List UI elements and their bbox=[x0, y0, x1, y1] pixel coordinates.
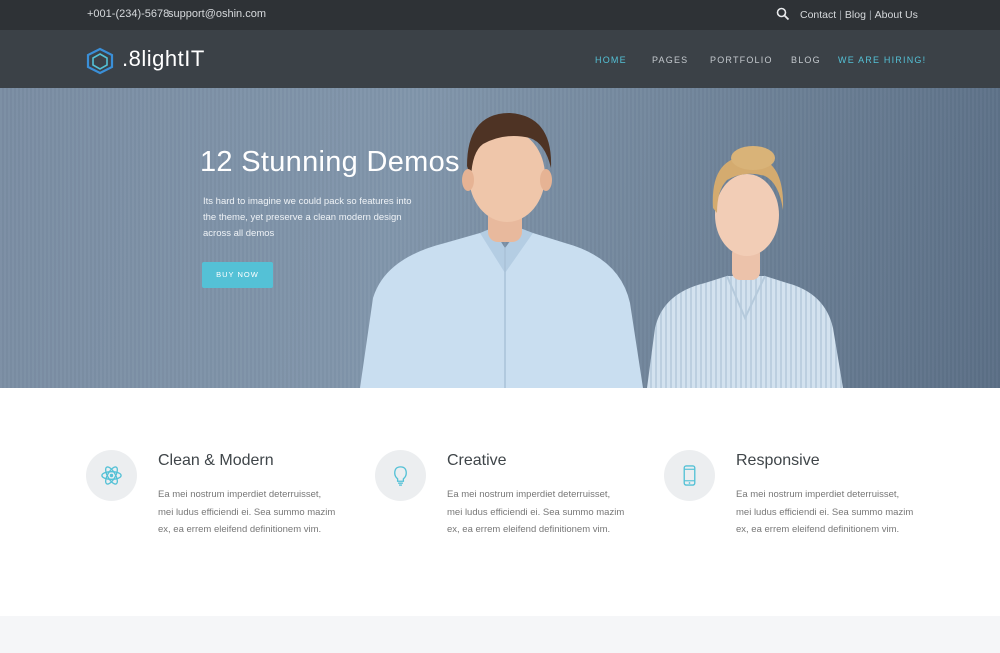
features-section: Clean & Modern Ea mei nostrum imperdiet … bbox=[0, 388, 1000, 616]
phone-number[interactable]: +001-(234)-5678 bbox=[87, 8, 169, 20]
nav-pages[interactable]: PAGES bbox=[652, 55, 688, 65]
nav-we-are-hiring[interactable]: WE ARE HIRING! bbox=[838, 55, 926, 65]
search-icon[interactable] bbox=[776, 7, 790, 21]
nav-portfolio[interactable]: PORTFOLIO bbox=[710, 55, 773, 65]
top-bar: +001-(234)-5678 support@oshin.com Contac… bbox=[0, 0, 1000, 30]
hero-description: Its hard to imagine we could pack so fea… bbox=[203, 196, 412, 239]
feature-icon-circle bbox=[664, 450, 715, 501]
smartphone-icon bbox=[683, 465, 696, 486]
buy-now-button[interactable]: BUY NOW bbox=[202, 262, 273, 288]
feature-icon-circle bbox=[375, 450, 426, 501]
feature-text: Ea mei nostrum imperdiet deterruisset, m… bbox=[158, 489, 336, 535]
feature-title: Responsive bbox=[736, 452, 820, 469]
top-links: Contact | Blog | About Us bbox=[800, 9, 918, 21]
hero-title: 12 Stunning Demos bbox=[200, 146, 460, 178]
feature-icon-circle bbox=[86, 450, 137, 501]
top-link-about-us[interactable]: About Us bbox=[875, 9, 918, 21]
lightbulb-icon bbox=[394, 466, 407, 486]
nav-blog[interactable]: BLOG bbox=[791, 55, 821, 65]
feature-title: Creative bbox=[447, 452, 507, 469]
hero-people-image bbox=[360, 113, 843, 388]
feature-text: Ea mei nostrum imperdiet deterruisset, m… bbox=[447, 489, 625, 535]
next-section-band bbox=[0, 616, 1000, 653]
logo-text[interactable]: .8lightIT bbox=[122, 46, 205, 72]
support-email[interactable]: support@oshin.com bbox=[168, 8, 266, 20]
separator: | bbox=[868, 9, 872, 21]
hero-banner: 12 Stunning Demos Its hard to imagine we… bbox=[0, 88, 1000, 388]
feature-title: Clean & Modern bbox=[158, 452, 274, 469]
nav-home[interactable]: HOME bbox=[595, 55, 627, 65]
separator: | bbox=[839, 9, 842, 21]
atom-icon bbox=[101, 466, 122, 485]
top-link-blog[interactable]: Blog bbox=[845, 9, 866, 21]
top-link-contact[interactable]: Contact bbox=[800, 9, 836, 21]
hexagon-logo-icon[interactable] bbox=[84, 47, 116, 75]
feature-text: Ea mei nostrum imperdiet deterruisset, m… bbox=[736, 489, 914, 535]
